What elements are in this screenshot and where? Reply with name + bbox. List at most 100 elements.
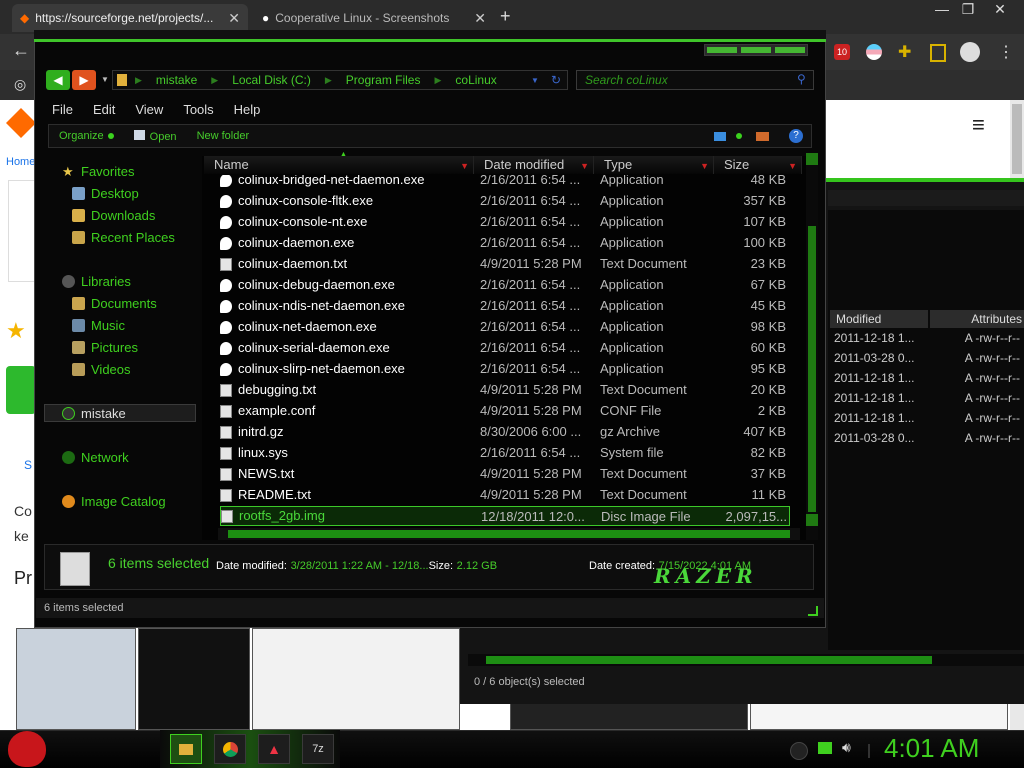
file-row[interactable]: README.txt 4/9/2011 5:28 PM Text Document 1…	[220, 485, 790, 505]
start-button-bird-icon[interactable]	[8, 731, 46, 767]
menu-file[interactable]: File	[42, 100, 83, 120]
file-row[interactable]: NEWS.txt 4/9/2011 5:28 PM Text Document 37 …	[220, 464, 790, 484]
preview-pane-icon[interactable]	[756, 131, 769, 141]
vertical-scrollbar-thumb[interactable]	[808, 226, 816, 512]
breadcrumb-local-disk[interactable]: Local Disk (C:)	[218, 73, 325, 87]
file-row[interactable]: linux.sys 2/16/2011 6:54 ... System file 82…	[220, 443, 790, 463]
taskbar-clock[interactable]: 4:01 AM	[884, 733, 979, 764]
page-scrollbar-thumb[interactable]	[1012, 104, 1022, 174]
tray-show-hidden-icon[interactable]	[790, 742, 808, 760]
close-tab-icon[interactable]: ✕	[474, 10, 486, 27]
browser-tab-colinux[interactable]: ● Cooperative Linux - Screenshots ✕	[254, 4, 494, 32]
close-window-icon[interactable]: ✕	[988, 0, 1012, 20]
breadcrumb-colinux[interactable]: coLinux	[441, 73, 510, 87]
screenshot-thumbnail[interactable]	[252, 628, 460, 730]
screenshot-thumbnail[interactable]	[16, 628, 136, 730]
history-dropdown-icon[interactable]: ▼	[101, 75, 109, 84]
extension-icon[interactable]	[866, 44, 882, 60]
column-dropdown-icon[interactable]: ▼	[700, 157, 709, 175]
file-row[interactable]: colinux-slirp-net-daemon.exe 2/16/2011 6:…	[220, 359, 790, 379]
organize-button[interactable]: Organize	[49, 130, 124, 142]
menu-help[interactable]: Help	[224, 100, 271, 120]
document-file-icon	[220, 383, 232, 397]
close-tab-icon[interactable]: ✕	[228, 10, 240, 27]
breadcrumb-program-files[interactable]: Program Files	[332, 73, 435, 87]
taskbar-paint-icon[interactable]: ▲	[258, 734, 290, 764]
file-row[interactable]: colinux-net-daemon.exe 2/16/2011 6:54 ...…	[220, 317, 790, 337]
refresh-icon[interactable]: ↻	[551, 73, 561, 87]
file-row[interactable]: debugging.txt 4/9/2011 5:28 PM Text Docume…	[220, 380, 790, 400]
file-row[interactable]: colinux-daemon.txt 4/9/2011 5:28 PM Text D…	[220, 254, 790, 274]
taskbar-chrome-icon[interactable]	[214, 734, 246, 764]
window-title-bar[interactable]	[34, 30, 826, 42]
help-icon[interactable]: ?	[789, 129, 803, 143]
column-header-name[interactable]: Name ▼	[204, 156, 474, 174]
taskbar-7zip-icon[interactable]: 7z	[302, 734, 334, 764]
extension-badge[interactable]: 10	[834, 44, 850, 60]
menu-view[interactable]: View	[125, 100, 173, 120]
sidebar-icon[interactable]	[930, 44, 946, 62]
search-icon[interactable]: ⚲	[797, 72, 806, 86]
background-status-text: 0 / 6 object(s) selected	[474, 676, 585, 688]
file-row[interactable]: example.conf 4/9/2011 5:28 PM CONF File 2 K…	[220, 401, 790, 421]
application-file-icon	[220, 299, 232, 313]
browser-tab-label: https://sourceforge.net/projects/...	[35, 11, 214, 25]
browser-tab-sourceforge[interactable]: ◆ https://sourceforge.net/projects/... ✕	[12, 4, 248, 32]
address-dropdown-icon[interactable]: ▼	[531, 76, 539, 85]
menu-edit[interactable]: Edit	[83, 100, 125, 120]
column-header-date[interactable]: Date modified ▼	[474, 156, 594, 174]
column-header-type[interactable]: Type ▼	[594, 156, 714, 174]
file-row[interactable]: colinux-ndis-net-daemon.exe 2/16/2011 6:5…	[220, 296, 790, 316]
status-bar: 6 items selected	[36, 598, 824, 618]
screenshot-thumbnail[interactable]	[138, 628, 250, 730]
view-dropdown-icon[interactable]	[736, 133, 742, 139]
file-size: 82 KB	[750, 445, 786, 460]
horizontal-scrollbar-thumb[interactable]	[228, 530, 790, 538]
tray-volume-icon[interactable]: 🔊︎	[842, 739, 851, 756]
tray-divider	[868, 744, 870, 758]
bookmark-icon[interactable]: ◎	[14, 76, 26, 93]
file-size: 357 KB	[743, 193, 786, 208]
column-dropdown-icon[interactable]: ▼	[788, 157, 797, 175]
home-link[interactable]: Home	[6, 156, 35, 168]
tray-network-icon[interactable]	[818, 742, 832, 754]
column-header-size[interactable]: Size ▼	[714, 156, 802, 174]
browser-menu-icon[interactable]: ⋮	[998, 42, 1014, 62]
forward-icon[interactable]: ▶	[72, 70, 96, 90]
breadcrumb-mistake[interactable]: mistake	[142, 73, 211, 87]
restore-icon[interactable]: ❐	[956, 0, 980, 20]
file-date: 2/16/2011 6:54 ...	[480, 361, 581, 376]
scroll-down-icon[interactable]	[806, 514, 818, 526]
view-options-icon[interactable]	[714, 131, 726, 141]
file-name: colinux-console-fltk.exe	[238, 193, 374, 208]
taskbar-explorer-icon[interactable]	[170, 734, 202, 764]
scroll-up-icon[interactable]	[806, 153, 818, 165]
minimize-icon[interactable]: —	[930, 0, 954, 20]
file-row[interactable]: colinux-serial-daemon.exe 2/16/2011 6:54 …	[220, 338, 790, 358]
new-folder-button[interactable]: New folder	[187, 130, 260, 142]
back-icon[interactable]: ◀	[46, 70, 70, 90]
file-row[interactable]: colinux-console-fltk.exe 2/16/2011 6:54 .…	[220, 191, 790, 211]
column-dropdown-icon[interactable]: ▼	[460, 157, 469, 175]
hamburger-menu-icon[interactable]: ≡	[972, 114, 994, 136]
background-scrollbar-thumb[interactable]	[486, 656, 932, 664]
column-dropdown-icon[interactable]: ▼	[580, 157, 589, 175]
puzzle-icon[interactable]: ✚	[898, 42, 911, 62]
resize-grip-icon[interactable]	[808, 606, 818, 616]
back-arrow-icon[interactable]: ←	[12, 40, 30, 61]
file-type: Text Document	[600, 256, 687, 271]
file-row[interactable]: initrd.gz 8/30/2006 6:00 ... gz Archive 407…	[220, 422, 790, 442]
file-row[interactable]: colinux-debug-daemon.exe 2/16/2011 6:54 .…	[220, 275, 790, 295]
address-bar[interactable]: ▶ mistake ▶ Local Disk (C:) ▶ Program Fi…	[112, 70, 568, 90]
file-size: 67 KB	[750, 277, 786, 292]
menu-tools[interactable]: Tools	[173, 100, 223, 120]
file-row[interactable]: colinux-daemon.exe 2/16/2011 6:54 ... Appl…	[220, 233, 790, 253]
profile-avatar[interactable]	[960, 42, 980, 62]
window-controls[interactable]	[704, 44, 808, 56]
search-input[interactable]: Search coLinux	[576, 70, 814, 90]
file-row[interactable]: rootfs_2gb.img 12/18/2011 12:0... Disc Ima…	[220, 506, 790, 526]
new-tab-button[interactable]: +	[500, 6, 511, 27]
file-row[interactable]: colinux-console-nt.exe 2/16/2011 6:54 ...…	[220, 212, 790, 232]
file-date: 4/9/2011 5:28 PM	[480, 382, 582, 397]
open-button[interactable]: Open	[124, 129, 187, 143]
